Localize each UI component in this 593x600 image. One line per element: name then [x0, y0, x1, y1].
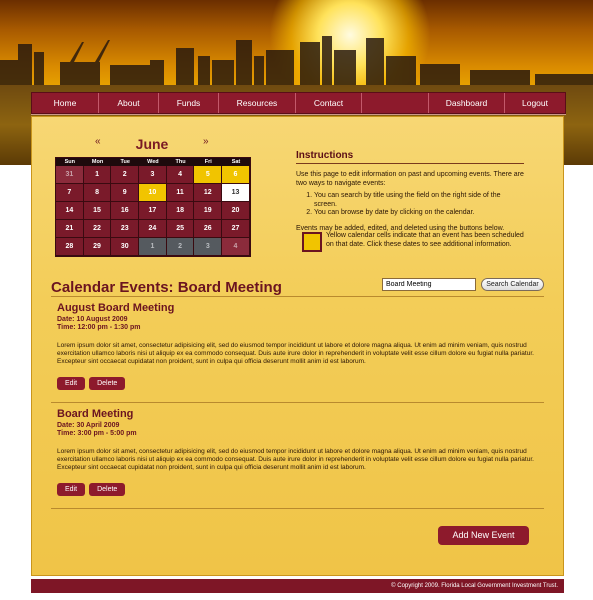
calendar-week-row: 7 8 9 10 11 12 13 [56, 184, 250, 202]
calendar-day-cell[interactable]: 21 [56, 220, 83, 237]
event-title: August Board Meeting [57, 302, 175, 314]
calendar-weeks: 31 1 2 3 4 5 6 7 8 9 10 11 12 13 14 15 16 17 18 19 20 21 22 23 2… [56, 166, 250, 256]
calendar-day-cell[interactable]: 30 [111, 238, 139, 255]
search-input[interactable] [382, 278, 476, 291]
weekday-label: Sun [64, 159, 76, 165]
calendar-day-cell[interactable]: 17 [139, 202, 166, 219]
calendar-day-cell[interactable]: 15 [83, 202, 111, 219]
weekday-label: Fri [204, 159, 212, 165]
calendar-day-cell[interactable]: 2 [111, 166, 139, 183]
instructions-title: Instructions [296, 150, 524, 164]
weekday-label: Mon [91, 159, 104, 165]
event-title: Board Meeting [57, 408, 134, 420]
instructions-intro: Use this page to edit information on pas… [296, 171, 524, 187]
weekday-label: Wed [147, 159, 159, 165]
event-description: Lorem ipsum dolor sit amet, consectetur … [57, 448, 534, 471]
calendar-month-title: June [135, 136, 169, 152]
calendar-day-cell[interactable]: 7 [56, 184, 83, 201]
calendar-day-cell[interactable]: 20 [222, 202, 249, 219]
instructions-steps: You can search by title using the field … [296, 192, 524, 218]
event-actions: Edit Delete [57, 483, 126, 496]
legend-swatch [302, 232, 322, 252]
calendar-week-row: 28 29 30 1 2 3 4 [56, 238, 250, 256]
calendar-day-cell[interactable]: 11 [166, 184, 194, 201]
city-skyline-silhouette [0, 36, 593, 90]
weekday-header-row: Sun Mon Tue Wed Thu Fri Sat [56, 158, 250, 166]
calendar-day-cell[interactable]: 3 [194, 238, 222, 255]
calendar-day-cell[interactable]: 22 [83, 220, 111, 237]
nav-logout[interactable]: Logout [505, 93, 565, 113]
calendar-day-cell[interactable]: 10 [139, 184, 166, 201]
instructions-section: Instructions Use this page to edit infor… [296, 150, 524, 233]
calendar-day-cell[interactable]: 28 [56, 238, 83, 255]
edit-button[interactable]: Edit [57, 377, 86, 390]
calendar-week-row: 21 22 23 24 25 26 27 [56, 220, 250, 238]
calendar-grid: Sun Mon Tue Wed Thu Fri Sat 31 1 2 3 4 5 6 7 8 9 1… [55, 157, 251, 257]
calendar-day-cell[interactable]: 14 [56, 202, 83, 219]
instruction-step: You can browse by date by clicking on th… [314, 209, 524, 218]
nav-funds[interactable]: Funds [159, 93, 219, 113]
add-new-event-button[interactable]: Add New Event [438, 526, 529, 545]
calendar-day-cell[interactable]: 5 [194, 166, 222, 183]
calendar-day-cell[interactable]: 13 [222, 184, 249, 201]
instruction-step: You can search by title using the field … [314, 192, 524, 209]
delete-button[interactable]: Delete [89, 377, 126, 390]
nav-resources[interactable]: Resources [219, 93, 296, 113]
event-time: Time: 12:00 pm - 1:30 pm [57, 324, 141, 331]
divider [51, 508, 544, 509]
calendar-day-cell[interactable]: 1 [139, 238, 166, 255]
divider [51, 402, 544, 403]
calendar-day-cell[interactable]: 16 [111, 202, 139, 219]
calendar-day-cell[interactable]: 23 [111, 220, 139, 237]
calendar-day-cell[interactable]: 19 [194, 202, 222, 219]
nav-blank [362, 93, 429, 113]
event-item: Board Meeting Date: 30 April 2009 Time: … [57, 408, 537, 472]
event-date: Date: 10 August 2009 [57, 316, 128, 323]
nav-contact[interactable]: Contact [296, 93, 362, 113]
calendar-day-cell[interactable]: 29 [83, 238, 111, 255]
main-navigation: Home About Funds Resources Contact Dashb… [31, 92, 566, 114]
page-title: Calendar Events: Board Meeting [51, 279, 282, 296]
calendar-day-cell[interactable]: 6 [222, 166, 249, 183]
divider [51, 296, 544, 297]
calendar-day-cell[interactable]: 3 [139, 166, 166, 183]
event-item: August Board Meeting Date: 10 August 200… [57, 302, 537, 366]
edit-button[interactable]: Edit [57, 483, 86, 496]
calendar-day-cell[interactable]: 24 [139, 220, 166, 237]
prev-month-button[interactable]: « [95, 136, 101, 147]
event-date: Date: 30 April 2009 [57, 422, 120, 429]
search-calendar-button[interactable]: Search Calendar [481, 278, 544, 291]
calendar-day-cell[interactable]: 27 [222, 220, 249, 237]
calendar-day-cell[interactable]: 4 [166, 166, 194, 183]
next-month-button[interactable]: » [203, 136, 209, 147]
weekday-label: Thu [175, 159, 186, 165]
event-description: Lorem ipsum dolor sit amet, consectetur … [57, 342, 534, 365]
calendar-day-cell[interactable]: 9 [111, 184, 139, 201]
calendar-week-row: 31 1 2 3 4 5 6 [56, 166, 250, 184]
weekday-label: Tue [120, 159, 130, 165]
nav-about[interactable]: About [99, 93, 159, 113]
weekday-label: Sat [231, 159, 241, 165]
event-time: Time: 3:00 pm - 5:00 pm [57, 430, 137, 437]
delete-button[interactable]: Delete [89, 483, 126, 496]
calendar-day-cell[interactable]: 8 [83, 184, 111, 201]
calendar-week-row: 14 15 16 17 18 19 20 [56, 202, 250, 220]
nav-home[interactable]: Home [32, 93, 99, 113]
calendar-day-cell[interactable]: 1 [83, 166, 111, 183]
calendar-day-cell[interactable]: 18 [166, 202, 194, 219]
calendar-widget: « June » Sun Mon Tue Wed Thu Fri Sat 31 1… [55, 133, 251, 257]
calendar-day-cell[interactable]: 31 [56, 166, 83, 183]
calendar-header: « June » [55, 133, 249, 155]
calendar-day-cell[interactable]: 12 [194, 184, 222, 201]
event-actions: Edit Delete [57, 377, 126, 390]
footer-copyright: © Copyright 2009. Florida Local Governme… [31, 579, 564, 593]
calendar-day-cell[interactable]: 4 [222, 238, 249, 255]
calendar-day-cell[interactable]: 26 [194, 220, 222, 237]
nav-dashboard[interactable]: Dashboard [429, 93, 505, 113]
calendar-day-cell[interactable]: 2 [166, 238, 194, 255]
legend-text: Yellow calendar cells indicate that an e… [326, 232, 524, 248]
calendar-day-cell[interactable]: 25 [166, 220, 194, 237]
